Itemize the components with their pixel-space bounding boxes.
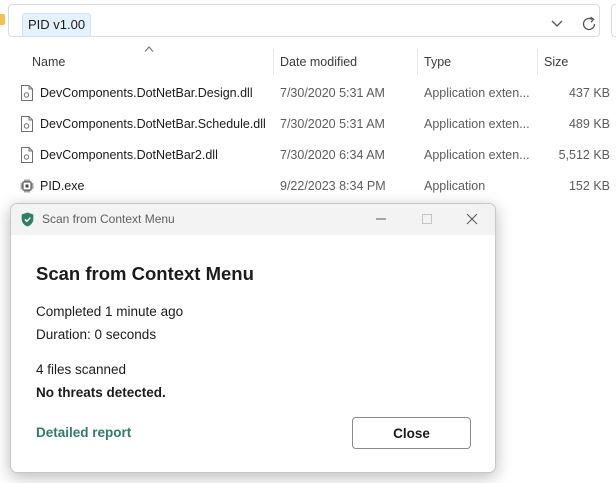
file-size: 152 KB: [568, 179, 610, 193]
scan-dialog: Scan from Context Menu Scan from Context…: [10, 203, 496, 473]
maximize-icon: [422, 214, 432, 224]
file-date: 7/30/2020 5:31 AM: [280, 117, 385, 131]
close-button[interactable]: Close: [352, 417, 471, 449]
file-type: Application: [424, 179, 486, 193]
file-date: 9/22/2023 8:34 PM: [280, 179, 386, 193]
column-header-type[interactable]: Type: [418, 47, 536, 77]
file-type: Application exten...: [424, 117, 530, 131]
shield-icon: [21, 212, 34, 227]
scan-completed-text: Completed 1 minute ago: [36, 304, 184, 319]
folder-icon: [0, 14, 5, 25]
refresh-icon[interactable]: [580, 14, 598, 34]
dll-file-icon: [21, 85, 33, 101]
column-header-size[interactable]: Size: [538, 47, 616, 77]
file-size: 489 KB: [568, 117, 610, 131]
file-row[interactable]: PID.exe 9/22/2023 8:34 PM Application 15…: [14, 171, 616, 201]
file-name: DevComponents.DotNetBar2.dll: [40, 148, 218, 162]
minimize-icon[interactable]: [374, 212, 388, 226]
address-box[interactable]: PID v1.00: [8, 4, 600, 37]
files-scanned-text: 4 files scanned: [36, 362, 127, 377]
dll-file-icon: [21, 147, 33, 163]
file-date: 7/30/2020 5:31 AM: [280, 86, 385, 100]
file-name: DevComponents.DotNetBar.Schedule.dll: [40, 117, 266, 131]
file-row[interactable]: DevComponents.DotNetBar2.dll 7/30/2020 6…: [14, 140, 616, 170]
chevron-down-icon[interactable]: [549, 15, 565, 33]
scan-result-text: No threats detected.: [36, 385, 166, 400]
dialog-titlebar[interactable]: Scan from Context Menu: [11, 204, 495, 235]
dialog-window-title: Scan from Context Menu: [42, 212, 175, 226]
file-size: 437 KB: [568, 86, 610, 100]
close-icon[interactable]: [465, 212, 479, 226]
column-header-name[interactable]: Name: [26, 47, 272, 77]
column-header-date-modified[interactable]: Date modified: [274, 47, 416, 77]
file-name: PID.exe: [40, 179, 85, 193]
address-bar: PID v1.00: [0, 0, 616, 44]
exe-chip-icon: [20, 179, 34, 193]
scan-duration-text: Duration: 0 seconds: [36, 327, 157, 342]
file-row[interactable]: DevComponents.DotNetBar.Schedule.dll 7/3…: [14, 109, 616, 139]
file-row[interactable]: DevComponents.DotNetBar.Design.dll 7/30/…: [14, 78, 616, 108]
detailed-report-link[interactable]: Detailed report: [36, 425, 131, 440]
file-date: 7/30/2020 6:34 AM: [280, 148, 385, 162]
dll-file-icon: [21, 116, 33, 132]
file-size: 5,512 KB: [558, 148, 610, 162]
file-type: Application exten...: [424, 86, 530, 100]
file-type: Application exten...: [424, 148, 530, 162]
breadcrumb-folder[interactable]: PID v1.00: [22, 13, 92, 37]
dialog-heading: Scan from Context Menu: [36, 263, 254, 284]
search-box-edge[interactable]: [611, 4, 616, 37]
file-name: DevComponents.DotNetBar.Design.dll: [40, 86, 253, 100]
